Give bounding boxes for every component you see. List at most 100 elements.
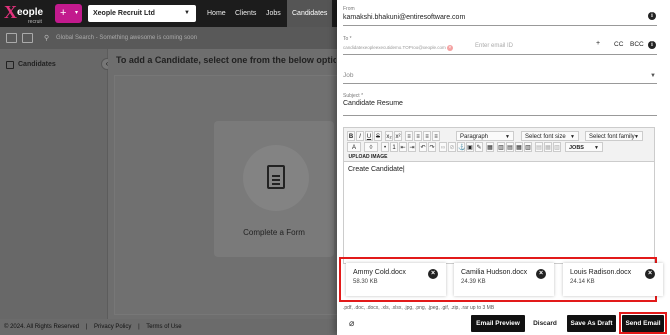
attachment-name: Camilia Hudson.docx xyxy=(461,269,528,276)
outdent-icon[interactable]: ⇤ xyxy=(399,142,407,152)
cc-button[interactable]: CC xyxy=(614,41,623,48)
attachment-name: Louis Radison.docx xyxy=(570,269,632,276)
nav-jobs[interactable]: Jobs xyxy=(261,0,286,27)
nav-clients[interactable]: Clients xyxy=(230,0,261,27)
privacy-policy-link[interactable]: Privacy Policy xyxy=(94,324,131,330)
nav-home[interactable]: Home xyxy=(202,0,231,27)
footer-separator: | xyxy=(138,324,140,330)
text-cursor: | xyxy=(402,166,405,173)
company-select-value: Xeople Recruit Ltd xyxy=(93,10,155,17)
indent-icon[interactable]: ⇥ xyxy=(408,142,416,152)
table-split-icon[interactable]: ▥ xyxy=(524,142,532,152)
font-family-select[interactable]: Select font family ▼ xyxy=(585,131,643,141)
upload-image-button[interactable]: UPLOAD IMAGE xyxy=(347,152,389,162)
terms-of-use-link[interactable]: Terms of Use xyxy=(146,324,181,330)
superscript-button[interactable]: x² xyxy=(394,131,402,141)
attachment-item[interactable]: Camilia Hudson.docx 24.39 KB × xyxy=(454,263,554,296)
allowed-formats-note: .pdf, .doc, .docx, .xls, .xlsx, .jpg, .p… xyxy=(343,305,495,311)
to-recipient-email: candidatexeopleexecutidemo.TOProo@xeople… xyxy=(343,45,446,50)
unlink-icon[interactable]: ⊘ xyxy=(448,142,456,152)
footer-separator: | xyxy=(85,324,88,330)
subscript-button[interactable]: x₂ xyxy=(385,131,393,141)
list-view-icon[interactable] xyxy=(6,33,17,43)
paragraph-select-value: Paragraph xyxy=(460,134,489,140)
nav-candidates[interactable]: Candidates xyxy=(287,0,333,27)
align-center-button[interactable]: ≡ xyxy=(414,131,422,141)
row-props-icon[interactable]: ▥ xyxy=(553,142,561,152)
email-preview-button[interactable]: Email Preview xyxy=(471,315,525,332)
align-right-button[interactable]: ≡ xyxy=(423,131,431,141)
candidates-icon xyxy=(6,61,14,69)
from-underline xyxy=(343,25,657,26)
table-row-icon[interactable]: ▤ xyxy=(506,142,514,152)
remove-attachment-icon[interactable]: × xyxy=(645,269,655,279)
subject-field[interactable]: Candidate Resume xyxy=(343,100,403,107)
add-recipient-button[interactable]: + xyxy=(596,40,600,47)
document-icon xyxy=(267,165,285,189)
body-content: Create Candidate xyxy=(348,166,403,173)
bold-button[interactable]: B xyxy=(347,131,355,141)
table-merge-icon[interactable]: ▦ xyxy=(515,142,523,152)
to-email-input[interactable]: Enter email ID xyxy=(475,43,513,49)
send-email-panel: From kamakshi.bhakuni@entiresoftware.com… xyxy=(337,0,670,335)
table-icon[interactable]: ▦ xyxy=(486,142,494,152)
font-family-select-value: Select font family xyxy=(589,134,635,140)
job-select[interactable]: Job xyxy=(343,72,353,79)
font-color-icon: A xyxy=(351,145,356,151)
numbered-list-icon[interactable]: 1 xyxy=(390,142,398,152)
underline-button[interactable]: U xyxy=(365,131,373,141)
job-underline xyxy=(343,83,657,84)
subject-underline xyxy=(343,115,657,116)
email-body-text[interactable]: Create Candidate| xyxy=(348,166,405,173)
bullet-list-icon[interactable]: • xyxy=(381,142,389,152)
chevron-down-icon: ▾ xyxy=(74,10,78,16)
anchor-icon[interactable]: ⚓ xyxy=(457,142,465,152)
table-delete-icon[interactable]: ▤ xyxy=(535,142,543,152)
link-icon[interactable]: ∞ xyxy=(439,142,447,152)
to-label: To * xyxy=(343,36,352,42)
to-recipient-chip[interactable]: candidatexeopleexecutidemo.TOProo@xeople… xyxy=(343,43,453,52)
remove-recipient-icon[interactable]: × xyxy=(446,45,453,51)
to-underline xyxy=(343,54,657,55)
attach-file-icon[interactable]: ⌀ xyxy=(349,318,354,329)
strikethrough-button[interactable]: S xyxy=(374,131,382,141)
cell-props-icon[interactable]: ▦ xyxy=(544,142,552,152)
grid-view-icon[interactable] xyxy=(22,33,33,43)
undo-icon[interactable]: ↶ xyxy=(419,142,427,152)
attachment-size: 24.39 KB xyxy=(461,279,486,285)
bcc-button[interactable]: BCC xyxy=(630,41,644,48)
from-field[interactable]: kamakshi.bhakuni@entiresoftware.com xyxy=(343,14,465,21)
align-left-button[interactable]: ≡ xyxy=(405,131,413,141)
info-icon[interactable]: i xyxy=(648,41,656,49)
remove-attachment-icon[interactable]: × xyxy=(536,269,546,279)
complete-form-option[interactable]: Complete a Form xyxy=(214,121,334,257)
attachment-item[interactable]: Louis Radison.docx 24.14 KB × xyxy=(563,263,663,296)
chevron-down-icon: ▼ xyxy=(594,145,599,151)
background-color-button[interactable]: ◊ xyxy=(364,142,378,152)
info-icon[interactable]: i xyxy=(648,12,656,20)
jobs-placeholder-select[interactable]: JOBS ▼ xyxy=(565,142,603,152)
xeople-logo[interactable]: X eople recruit xyxy=(4,3,50,25)
chevron-down-icon[interactable]: ▼ xyxy=(650,73,656,79)
table-col-icon[interactable]: ▥ xyxy=(497,142,505,152)
global-search-input[interactable]: ⚲ Global Search - Something awesome is c… xyxy=(40,32,340,45)
company-select[interactable]: Xeople Recruit Ltd ▼ xyxy=(88,5,196,22)
search-icon: ⚲ xyxy=(44,35,50,42)
remove-attachment-icon[interactable]: × xyxy=(428,269,438,279)
clear-format-icon[interactable]: ✎ xyxy=(475,142,483,152)
send-email-button[interactable]: Send Email xyxy=(622,315,664,332)
logo-wordmark: eople xyxy=(17,7,44,18)
highlight-icon: ◊ xyxy=(369,145,373,151)
justify-button[interactable]: ≡ xyxy=(432,131,440,141)
complete-form-label: Complete a Form xyxy=(243,228,305,237)
discard-button[interactable]: Discard xyxy=(529,315,561,332)
italic-button[interactable]: I xyxy=(356,131,364,141)
font-color-button[interactable]: A xyxy=(347,142,361,152)
redo-icon[interactable]: ↷ xyxy=(428,142,436,152)
save-draft-button[interactable]: Save As Draft xyxy=(567,315,616,332)
font-size-select[interactable]: Select font size ▼ xyxy=(521,131,579,141)
quick-add-button[interactable]: + ▾ xyxy=(55,4,82,23)
attachment-item[interactable]: Ammy Cold.docx 58.30 KB × xyxy=(346,263,446,296)
image-icon[interactable]: ▣ xyxy=(466,142,474,152)
paragraph-select[interactable]: Paragraph ▼ xyxy=(456,131,514,141)
